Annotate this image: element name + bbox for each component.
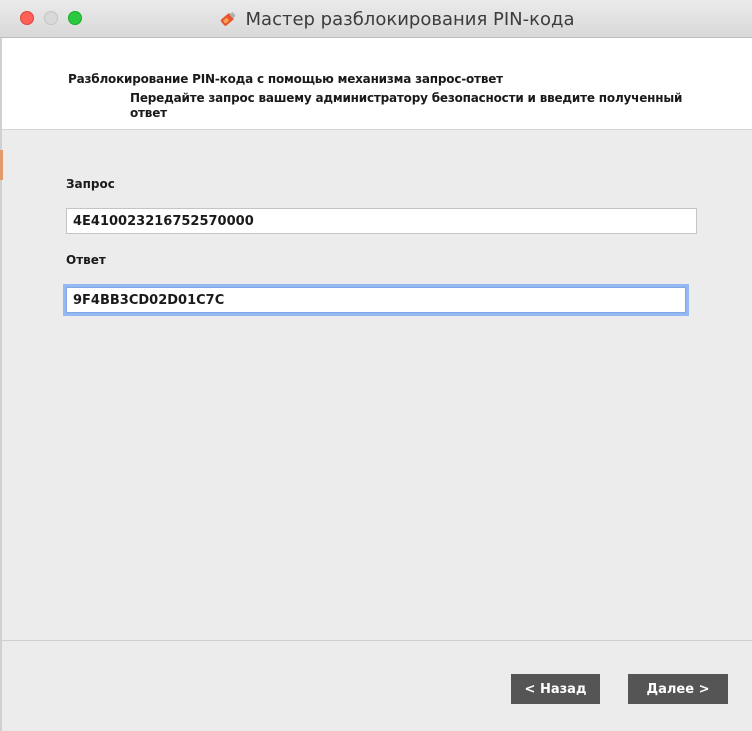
usb-token-icon xyxy=(220,12,236,26)
window-title: Мастер разблокирования PIN-кода xyxy=(245,8,575,30)
request-label: Запрос xyxy=(66,177,115,191)
header-description: Передайте запрос вашему администратору б… xyxy=(130,91,683,120)
request-field[interactable] xyxy=(66,208,697,234)
window-left-edge xyxy=(0,38,2,731)
header-title: Разблокирование PIN-кода с помощью механ… xyxy=(68,72,503,86)
response-label: Ответ xyxy=(66,253,106,267)
wizard-header: Разблокирование PIN-кода с помощью механ… xyxy=(2,38,752,130)
window-left-accent xyxy=(0,150,3,180)
next-button[interactable]: Далее > xyxy=(628,674,728,704)
response-field[interactable] xyxy=(66,287,686,313)
back-button[interactable]: < Назад xyxy=(511,674,600,704)
footer-divider xyxy=(2,640,752,641)
wizard-window: Мастер разблокирования PIN-кода Разблоки… xyxy=(0,0,752,731)
title-wrap: Мастер разблокирования PIN-кода xyxy=(0,0,752,38)
title-bar[interactable]: Мастер разблокирования PIN-кода xyxy=(0,0,752,38)
